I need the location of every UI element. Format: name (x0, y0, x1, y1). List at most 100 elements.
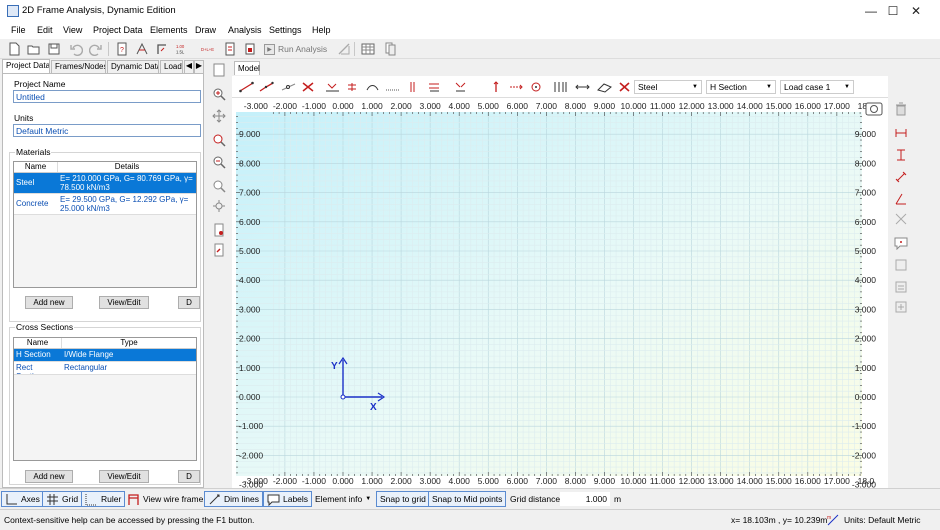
delete-material-button[interactable]: D (178, 296, 200, 309)
document-icon[interactable] (222, 41, 238, 57)
grid-distance-input[interactable]: 1.000 (560, 492, 610, 506)
draw-member-icon[interactable] (236, 80, 256, 94)
labels-toggle[interactable]: Labels (263, 491, 313, 507)
menu-file[interactable]: File (11, 25, 26, 35)
print-icon[interactable] (242, 41, 258, 57)
model-canvas[interactable]: -3.000 -3.000 -2.000 -2.000 -1.000 -1.000 0.00… (232, 98, 888, 490)
cross-sections-table[interactable]: Name Type H Section I/Wide Flange Rect S… (13, 337, 197, 461)
area-load-icon[interactable] (594, 80, 614, 94)
draw-node-icon[interactable] (278, 80, 298, 94)
tab-dynamic-data[interactable]: Dynamic Data (107, 60, 159, 73)
slide-support-icon[interactable] (404, 80, 420, 94)
units-status[interactable]: Units: Default Metric (844, 515, 921, 525)
materials-table[interactable]: Name Details Steel E= 210.000 GPa, G= 80… (13, 161, 197, 288)
roller-support-icon[interactable] (364, 80, 380, 94)
redo-icon[interactable] (88, 41, 104, 57)
angle-dim-icon[interactable] (893, 191, 909, 207)
delete-member-icon[interactable] (300, 80, 316, 94)
frame-icon[interactable] (134, 41, 150, 57)
snap-to-grid-toggle[interactable]: Snap to grid (376, 491, 430, 507)
tab-scroll-right-button[interactable]: ▶ (194, 60, 204, 73)
menu-help[interactable]: Help (312, 25, 331, 35)
menu-project-data[interactable]: Project Data (93, 25, 143, 35)
export-image-icon[interactable] (211, 242, 227, 258)
vertical-dim-icon[interactable] (893, 147, 909, 163)
camera-icon[interactable] (865, 102, 883, 116)
draw-continuous-member-icon[interactable] (256, 80, 276, 94)
menu-draw[interactable]: Draw (195, 25, 216, 35)
tab-project-data[interactable]: Project Data (2, 59, 50, 73)
zoom-in-icon[interactable] (211, 86, 227, 102)
note-icon[interactable] (893, 257, 909, 273)
undo-icon[interactable] (68, 41, 84, 57)
diagram-icon[interactable] (336, 41, 352, 57)
move-icon[interactable] (893, 211, 909, 227)
add-section-button[interactable]: Add new (25, 470, 73, 483)
load-factor-icon[interactable]: 1.00 1.5L (174, 41, 192, 57)
fixed-support-icon[interactable] (324, 80, 340, 94)
menu-settings[interactable]: Settings (269, 25, 302, 35)
release-icon[interactable] (424, 80, 444, 94)
table-row[interactable]: H Section I/Wide Flange (14, 349, 196, 362)
tab-load[interactable]: Load (160, 60, 183, 73)
zoom-extents-icon[interactable] (211, 178, 227, 194)
axes-toggle[interactable]: Axes (1, 491, 44, 507)
note-add-icon[interactable] (893, 299, 909, 315)
copy-pages-icon[interactable] (382, 41, 398, 57)
zoom-out-icon[interactable] (211, 154, 227, 170)
hinge-icon[interactable] (452, 80, 468, 94)
menu-analysis[interactable]: Analysis (228, 25, 262, 35)
page-setup-icon[interactable] (211, 222, 227, 238)
pan-icon[interactable] (211, 108, 227, 124)
new-file-icon[interactable] (6, 41, 22, 57)
material-select[interactable]: Steel ▼ (634, 80, 702, 94)
load-case-select[interactable]: Load case 1 ▼ (780, 80, 854, 94)
horizontal-load-icon[interactable] (508, 80, 524, 94)
menu-elements[interactable]: Elements (150, 25, 188, 35)
delete-section-button[interactable]: D (178, 470, 200, 483)
open-folder-icon[interactable] (26, 41, 42, 57)
moment-load-icon[interactable] (528, 80, 544, 94)
distributed-load-icon[interactable] (550, 80, 570, 94)
point-load-icon[interactable] (488, 80, 504, 94)
view-edit-section-button[interactable]: View/Edit (99, 470, 149, 483)
close-button[interactable]: ✕ (893, 0, 939, 22)
table-row[interactable]: Concrete E= 29.500 GPa, G= 12.292 GPa, γ… (14, 194, 196, 215)
note-list-icon[interactable] (893, 279, 909, 295)
comment-icon[interactable] (893, 235, 909, 251)
ruler-toggle[interactable]: Ruler (81, 491, 126, 507)
tab-scroll-left-button[interactable]: ◀ (184, 60, 194, 73)
dimension-icon[interactable] (572, 80, 592, 94)
zoom-window-icon[interactable] (211, 132, 227, 148)
trash-icon[interactable] (893, 101, 909, 117)
report-icon[interactable]: ? (114, 41, 130, 57)
support-icon[interactable] (154, 41, 170, 57)
pinned-support-icon[interactable] (344, 80, 360, 94)
fit-all-icon[interactable] (211, 198, 227, 214)
select-icon[interactable] (211, 62, 227, 78)
run-analysis-button[interactable]: ▶ Run Analysis (264, 41, 330, 57)
table-row[interactable]: Steel E= 210.000 GPa, G= 80.769 GPa, γ= … (14, 173, 196, 194)
menu-view[interactable]: View (63, 25, 82, 35)
menu-edit[interactable]: Edit (37, 25, 53, 35)
table-row[interactable]: Rect Section Rectangular (14, 362, 196, 375)
tab-frames-nodes[interactable]: Frames/Nodes (51, 60, 106, 73)
tab-model[interactable]: Model (234, 61, 260, 75)
units-field[interactable]: Default Metric (13, 124, 201, 137)
clear-loads-icon[interactable] (616, 80, 632, 94)
add-material-button[interactable]: Add new (25, 296, 73, 309)
view-edit-material-button[interactable]: View/Edit (99, 296, 149, 309)
project-name-field[interactable]: Untitled (13, 90, 201, 103)
drawing-area[interactable]: -3.000 -3.000 -2.000 -2.000 -1.000 -1.000 0.00… (232, 98, 888, 490)
dimlines-toggle[interactable]: Dim lines (204, 491, 263, 507)
section-select[interactable]: H Section ▼ (706, 80, 776, 94)
aligned-dim-icon[interactable] (893, 169, 909, 185)
load-combo-icon[interactable]: D+L+E (198, 41, 218, 57)
table-icon[interactable] (360, 41, 376, 57)
grid-toggle[interactable]: Grid (42, 491, 83, 507)
save-icon[interactable] (46, 41, 62, 57)
spring-support-icon[interactable] (384, 80, 400, 94)
horizontal-dim-icon[interactable] (893, 125, 909, 141)
wireframe-toggle[interactable]: View wire frame (124, 491, 206, 507)
element-info-dropdown[interactable]: Element info ▼ (312, 491, 374, 507)
